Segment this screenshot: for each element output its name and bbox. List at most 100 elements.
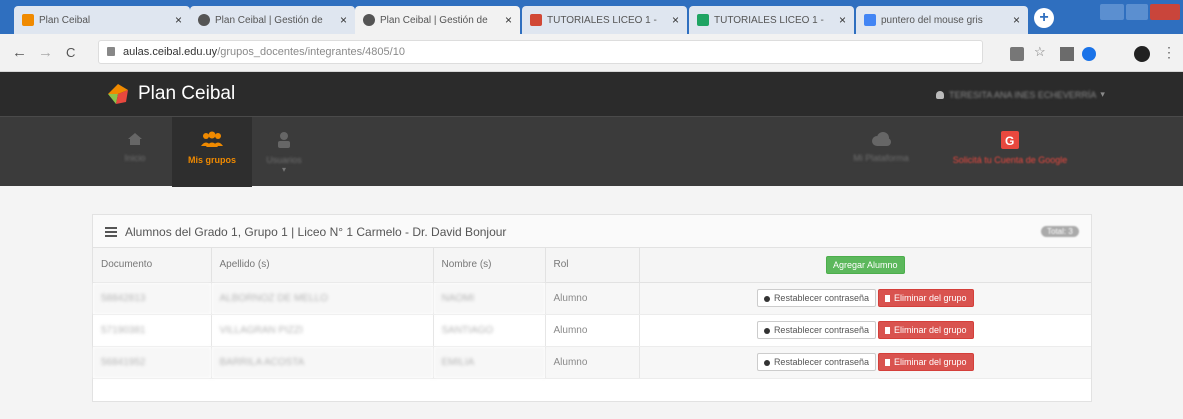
- table-header-row: Documento Apellido (s) Nombre (s) Rol Ag…: [93, 248, 1091, 283]
- table-row: 58842813 ALBORNOZ DE MELLO NAOMI Alumno …: [93, 282, 1091, 315]
- students-panel: Alumnos del Grado 1, Grupo 1 | Liceo N° …: [92, 214, 1092, 402]
- browser-tab-6[interactable]: puntero del mouse gris ×: [856, 6, 1028, 34]
- browser-tab-4[interactable]: TUTORIALES LICEO 1 - ×: [522, 6, 687, 34]
- add-student-button[interactable]: Agregar Alumno: [825, 255, 905, 274]
- users-icon: [201, 131, 223, 147]
- plan-ceibal-favicon-icon: [22, 14, 34, 26]
- new-tab-button[interactable]: +: [1034, 8, 1054, 28]
- column-header-nombre[interactable]: Nombre (s): [433, 248, 546, 283]
- reset-password-button[interactable]: Restablecer contraseña: [756, 289, 876, 307]
- tab-title: Plan Ceibal | Gestión de: [215, 14, 323, 26]
- remove-label: Eliminar del grupo: [894, 293, 967, 303]
- close-tab-icon[interactable]: ×: [340, 13, 347, 27]
- nav-item-mi-plataforma[interactable]: Mi Plataforma: [836, 117, 926, 187]
- extension-blue-icon[interactable]: [1082, 47, 1096, 61]
- tab-title: Plan Ceibal | Gestión de: [380, 14, 488, 26]
- url-path: /grupos_docentes/integrantes/4805/10: [217, 46, 405, 58]
- trash-icon: [885, 359, 890, 367]
- cell-actions: Restablecer contraseña Eliminar del grupo: [639, 346, 1091, 379]
- browser-tab-1[interactable]: Plan Ceibal ×: [14, 6, 190, 34]
- main-nav: Inicio Mis grupos Usuarios ▾ Mi Platafor…: [0, 116, 1183, 187]
- browser-tab-3-active[interactable]: Plan Ceibal | Gestión de ×: [355, 6, 520, 34]
- cloud-icon: [872, 132, 891, 146]
- close-tab-icon[interactable]: ×: [175, 13, 182, 27]
- nav-item-mis-grupos[interactable]: Mis grupos: [172, 117, 252, 187]
- list-icon: [105, 227, 117, 237]
- browser-tab-2[interactable]: Plan Ceibal | Gestión de ×: [190, 6, 355, 34]
- extension-icon[interactable]: [1060, 47, 1074, 61]
- table-row: 57190381 VILLAGRAN PIZZI SANTIAGO Alumno…: [93, 314, 1091, 347]
- nav-item-usuarios[interactable]: Usuarios ▾: [256, 117, 312, 187]
- cell-rol: Alumno: [545, 314, 640, 347]
- reload-button[interactable]: C: [66, 45, 75, 60]
- chevron-down-icon: ▾: [1100, 89, 1105, 99]
- google-favicon-icon: [864, 14, 876, 26]
- cell-nombre: SANTIAGO: [433, 314, 546, 347]
- brand-name[interactable]: Plan Ceibal: [138, 83, 235, 105]
- panel-title: Alumnos del Grado 1, Grupo 1 | Liceo N° …: [125, 225, 507, 239]
- nav-label: Mi Plataforma: [853, 153, 909, 163]
- home-icon: [128, 133, 142, 145]
- key-icon: [763, 359, 770, 366]
- cell-documento: 57190381: [93, 314, 212, 347]
- cell-nombre: NAOMI: [433, 282, 546, 315]
- reset-password-button[interactable]: Restablecer contraseña: [756, 353, 876, 371]
- gestion-favicon-icon: [198, 14, 210, 26]
- nav-item-google-account[interactable]: G Solicitá tu Cuenta de Google: [930, 117, 1090, 187]
- google-icon: G: [1001, 131, 1019, 149]
- reset-password-button[interactable]: Restablecer contraseña: [756, 321, 876, 339]
- cell-nombre: EMILIA: [433, 346, 546, 379]
- column-header-documento[interactable]: Documento: [93, 248, 212, 283]
- maximize-button[interactable]: [1126, 4, 1148, 20]
- cell-apellido: ALBORNOZ DE MELLO: [211, 282, 434, 315]
- cell-documento: 56841952: [93, 346, 212, 379]
- remove-from-group-button[interactable]: Eliminar del grupo: [878, 353, 974, 371]
- nav-label: Mis grupos: [187, 155, 236, 165]
- key-icon: [763, 327, 770, 334]
- trash-icon: [885, 295, 890, 303]
- reset-password-label: Restablecer contraseña: [773, 293, 869, 303]
- close-tab-icon[interactable]: ×: [672, 13, 679, 27]
- column-header-apellido[interactable]: Apellido (s): [211, 248, 434, 283]
- drive-favicon-icon: [697, 14, 709, 26]
- address-bar[interactable]: aulas.ceibal.edu.uy/grupos_docentes/inte…: [98, 40, 983, 64]
- browser-tab-strip: Plan Ceibal × Plan Ceibal | Gestión de ×…: [0, 0, 1183, 34]
- panel-header: Alumnos del Grado 1, Grupo 1 | Liceo N° …: [93, 215, 1091, 248]
- user-name: TERESITA ANA INES ECHEVERRÍA: [949, 89, 1097, 100]
- browser-tab-5[interactable]: TUTORIALES LICEO 1 - ×: [689, 6, 854, 34]
- reset-password-label: Restablecer contraseña: [773, 325, 869, 335]
- lock-icon: [107, 47, 115, 56]
- plan-ceibal-logo-icon[interactable]: [104, 80, 132, 108]
- cell-apellido: VILLAGRAN PIZZI: [211, 314, 434, 347]
- profile-avatar[interactable]: [1134, 46, 1150, 62]
- nav-item-inicio[interactable]: Inicio: [100, 117, 170, 187]
- reset-password-label: Restablecer contraseña: [773, 357, 869, 367]
- user-icon: [936, 90, 944, 99]
- bookmark-star-icon[interactable]: ☆: [1034, 44, 1048, 59]
- minimize-button[interactable]: [1100, 4, 1124, 20]
- tab-title: TUTORIALES LICEO 1 -: [547, 14, 657, 26]
- forward-button[interactable]: →: [38, 44, 53, 61]
- translate-icon[interactable]: [1010, 47, 1024, 61]
- nav-label: Usuarios: [266, 155, 302, 165]
- remove-from-group-button[interactable]: Eliminar del grupo: [878, 289, 974, 307]
- tab-title: Plan Ceibal: [39, 14, 91, 26]
- nav-label: Inicio: [124, 153, 146, 163]
- remove-label: Eliminar del grupo: [894, 325, 967, 335]
- key-icon: [763, 295, 770, 302]
- remove-from-group-button[interactable]: Eliminar del grupo: [878, 321, 974, 339]
- back-button[interactable]: ←: [12, 44, 27, 61]
- remove-label: Eliminar del grupo: [894, 357, 967, 367]
- close-window-button[interactable]: [1150, 4, 1180, 20]
- user-menu[interactable]: TERESITA ANA INES ECHEVERRÍA ▾: [936, 89, 1105, 100]
- close-tab-icon[interactable]: ×: [839, 13, 846, 27]
- close-tab-icon[interactable]: ×: [1013, 13, 1020, 27]
- cell-apellido: BARRILA ACOSTA: [211, 346, 434, 379]
- cell-documento: 58842813: [93, 282, 212, 315]
- browser-menu-icon[interactable]: ⋮: [1162, 44, 1176, 60]
- cell-rol: Alumno: [545, 282, 640, 315]
- gestion-favicon-icon: [363, 14, 375, 26]
- trash-icon: [885, 327, 890, 335]
- close-tab-icon[interactable]: ×: [505, 13, 512, 27]
- user-icon: [278, 132, 290, 148]
